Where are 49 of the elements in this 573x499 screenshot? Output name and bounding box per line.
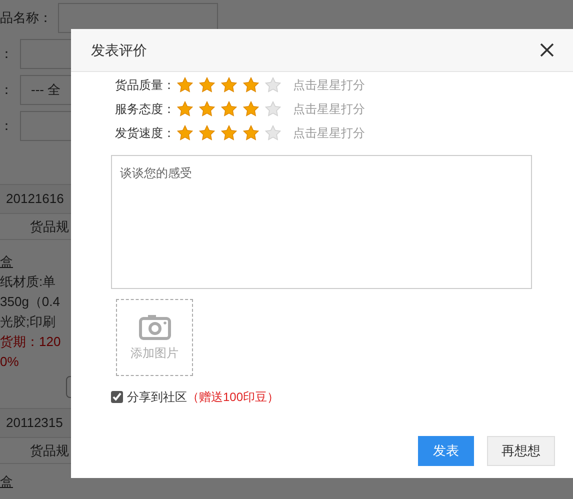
empty-star-icon[interactable] (265, 125, 281, 141)
form-label: 品名称： (0, 9, 53, 28)
rating-hint: 点击星星打分 (293, 77, 365, 94)
form-label: ： (0, 45, 14, 64)
rating-label: 发货速度： (114, 125, 175, 142)
product-spec: 350g（0.4 (0, 293, 60, 311)
rating-label: 服务态度： (114, 101, 175, 118)
share-checkbox[interactable] (111, 391, 123, 403)
star-rating[interactable] (177, 125, 281, 141)
share-label: 分享到社区 (127, 389, 187, 406)
empty-star-icon[interactable] (265, 101, 281, 117)
filled-star-icon[interactable] (177, 101, 193, 117)
dialog-title: 发表评价 (91, 40, 147, 60)
rating-label: 货品质量： (114, 77, 175, 94)
column-header: 货品规 (30, 218, 69, 236)
add-image-button[interactable]: 添加图片 (116, 299, 193, 376)
star-rating[interactable] (177, 101, 281, 117)
product-spec: 纸材质:单 (0, 273, 56, 291)
form-label: ： (0, 81, 14, 100)
filled-star-icon[interactable] (221, 125, 237, 141)
star-rating[interactable] (177, 77, 281, 93)
filled-star-icon[interactable] (221, 101, 237, 117)
empty-star-icon[interactable] (265, 77, 281, 93)
filled-star-icon[interactable] (177, 77, 193, 93)
filled-star-icon[interactable] (243, 77, 259, 93)
rating-hint: 点击星星打分 (293, 101, 365, 118)
filled-star-icon[interactable] (243, 125, 259, 141)
column-header: 货品规 (30, 442, 69, 460)
camera-icon (138, 314, 170, 340)
lead-time: 货期：120 (0, 333, 61, 351)
filled-star-icon[interactable] (199, 125, 215, 141)
filled-star-icon[interactable] (177, 125, 193, 141)
product-link[interactable]: 盒 (0, 472, 13, 492)
percent-value: 0% (0, 353, 19, 371)
product-link[interactable]: 盒 (0, 252, 13, 272)
order-number: 20121616 (6, 190, 64, 208)
comment-textarea[interactable]: 谈谈您的感受 (111, 155, 532, 289)
product-spec: 光胶;印刷 (0, 313, 56, 331)
cancel-button[interactable]: 再想想 (487, 436, 555, 466)
filled-star-icon[interactable] (243, 101, 259, 117)
close-icon[interactable] (539, 42, 555, 58)
filled-star-icon[interactable] (221, 77, 237, 93)
bonus-note: （赠送100印豆） (187, 389, 280, 406)
order-number: 20112315 (6, 414, 63, 432)
rating-hint: 点击星星打分 (293, 125, 365, 142)
filled-star-icon[interactable] (199, 77, 215, 93)
filled-star-icon[interactable] (199, 101, 215, 117)
publish-button[interactable]: 发表 (418, 436, 474, 466)
form-label: ： (0, 117, 14, 136)
